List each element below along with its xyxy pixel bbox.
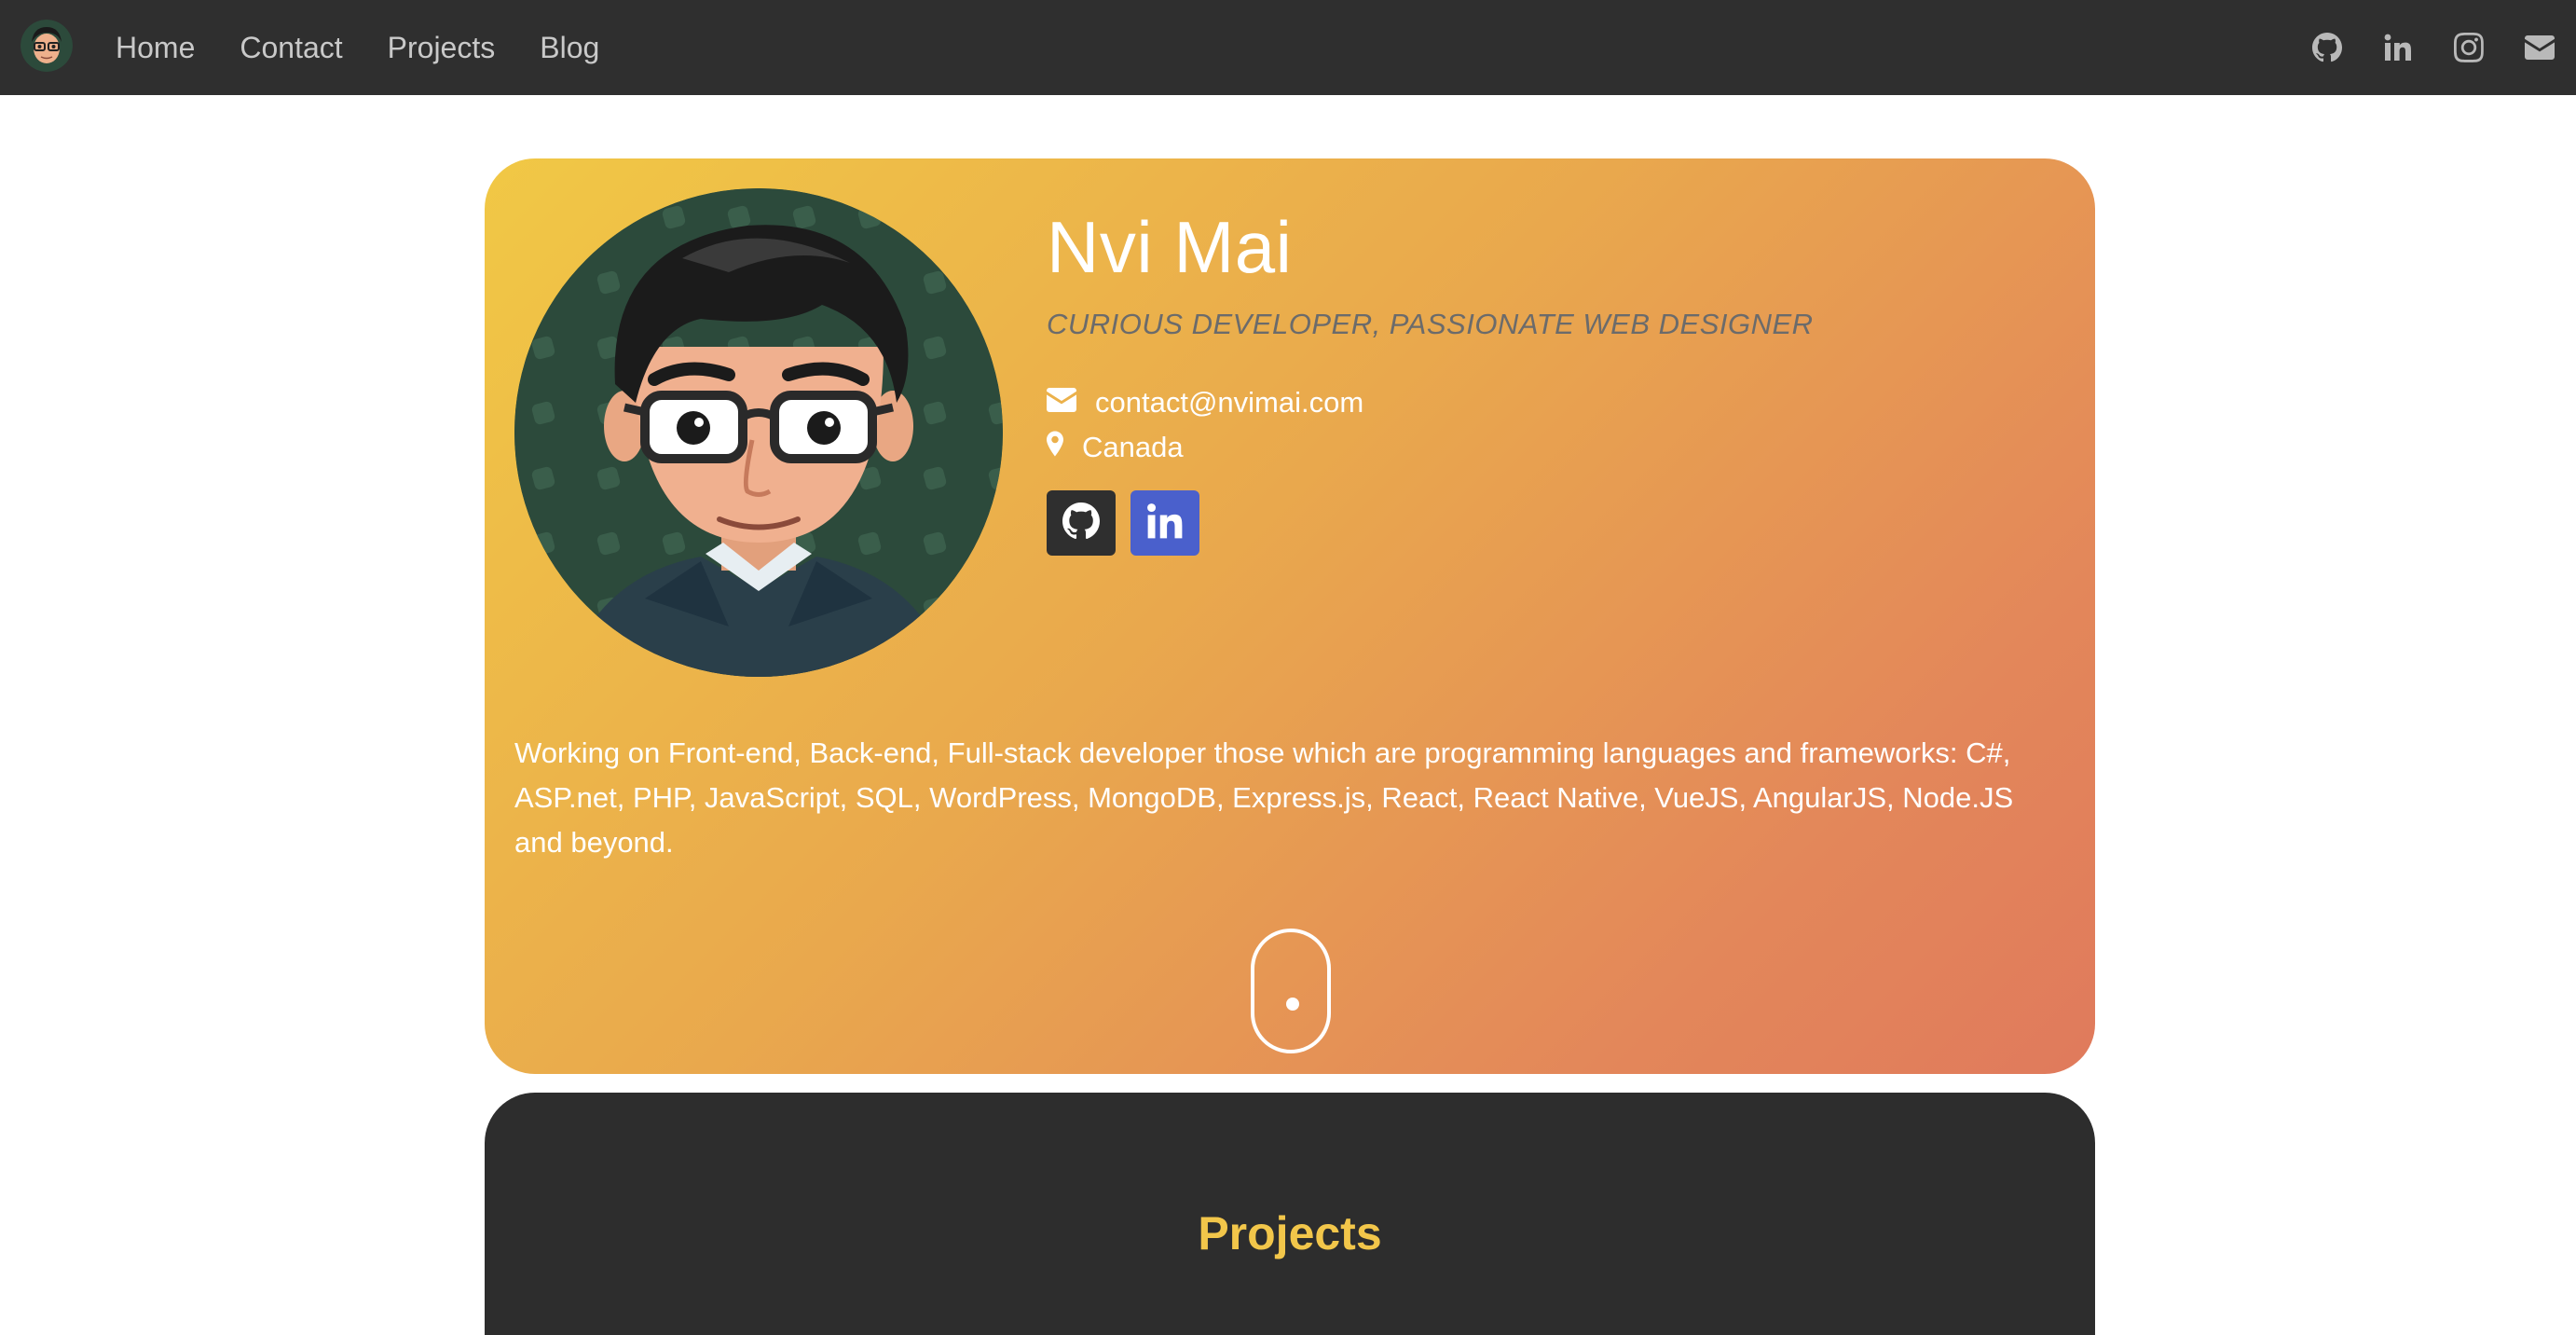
linkedin-icon[interactable] xyxy=(2382,32,2414,63)
github-icon[interactable] xyxy=(2311,32,2343,63)
contact-location-row: Canada xyxy=(1047,431,1184,464)
profile-avatar xyxy=(514,188,1003,677)
nav-link-projects[interactable]: Projects xyxy=(388,31,496,65)
logo-avatar[interactable] xyxy=(21,20,73,72)
email-icon[interactable] xyxy=(2524,32,2555,63)
linkedin-icon xyxy=(1145,502,1185,545)
instagram-icon[interactable] xyxy=(2453,32,2485,63)
profile-social-badges xyxy=(1047,490,1199,556)
scroll-dot xyxy=(1286,998,1299,1011)
github-icon xyxy=(1062,502,1100,544)
envelope-icon xyxy=(1047,386,1076,420)
map-pin-icon xyxy=(1047,431,1063,464)
profile-description: Working on Front-end, Back-end, Full-sta… xyxy=(514,736,2014,859)
github-badge-button[interactable] xyxy=(1047,490,1116,556)
nav-link-contact[interactable]: Contact xyxy=(240,31,342,65)
profile-name: Nvi Mai xyxy=(1047,206,1293,288)
top-navbar: Home Contact Projects Blog xyxy=(0,0,2576,95)
nav-link-blog[interactable]: Blog xyxy=(540,31,599,65)
contact-email[interactable]: contact@nvimai.com xyxy=(1095,386,1363,420)
nav-link-home[interactable]: Home xyxy=(116,31,195,65)
contact-email-row: contact@nvimai.com xyxy=(1047,386,1363,420)
hero-card: Nvi Mai CURIOUS DEVELOPER, PASSIONATE WE… xyxy=(485,158,2095,1074)
nav-links: Home Contact Projects Blog xyxy=(116,0,599,95)
contact-location: Canada xyxy=(1082,431,1184,463)
linkedin-badge-button[interactable] xyxy=(1130,490,1199,556)
profile-tagline: CURIOUS DEVELOPER, PASSIONATE WEB DESIGN… xyxy=(1047,308,1814,340)
scroll-down-mouse-icon[interactable] xyxy=(1251,929,1331,1053)
nav-social-links xyxy=(2311,0,2576,95)
projects-heading: Projects xyxy=(1198,1207,1382,1259)
projects-section: Projects xyxy=(485,1093,2095,1335)
